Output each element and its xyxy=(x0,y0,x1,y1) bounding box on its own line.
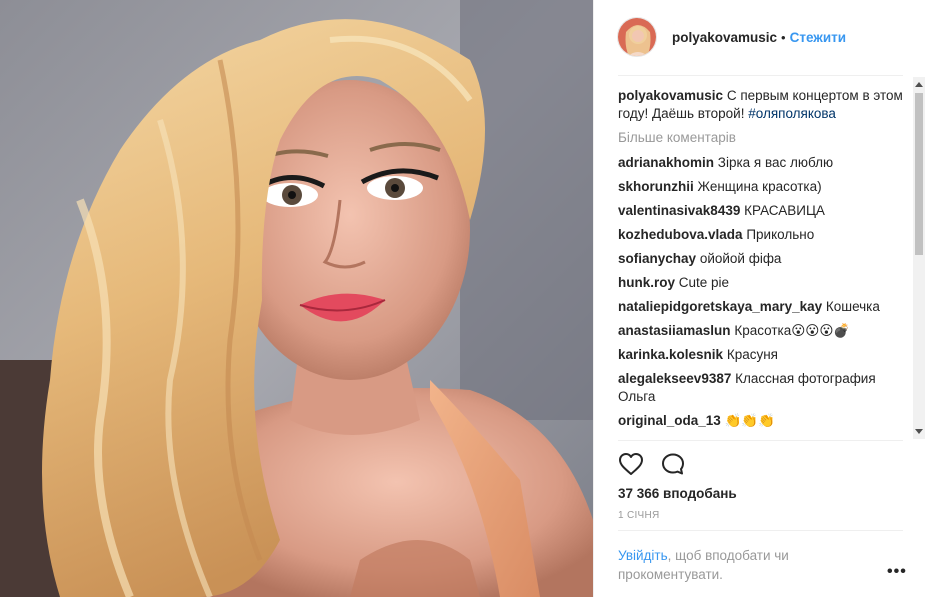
footer-divider xyxy=(618,530,903,531)
comment-username-link[interactable]: karinka.kolesnik xyxy=(618,347,723,362)
post-header: polyakovamusic • Стежити xyxy=(594,0,925,74)
comment-item: original_oda_13 👏👏👏 xyxy=(618,412,908,430)
comment-item: anastasiiamaslun Красотка😮😮😮💣 xyxy=(618,322,908,340)
login-link[interactable]: Увійдіть xyxy=(618,548,668,563)
comment-item: valentinasivak8439 КРАСАВИЦА xyxy=(618,202,908,220)
comment-username-link[interactable]: nataliepidgoretskaya_mary_kay xyxy=(618,299,822,314)
comment-username-link[interactable]: sofianychay xyxy=(618,251,696,266)
comment-text: 👏👏👏 xyxy=(724,413,775,428)
more-options-icon[interactable]: ••• xyxy=(887,563,907,581)
post-date[interactable]: 1 СІЧНЯ xyxy=(618,510,660,521)
comment-username-link[interactable]: kozhedubova.vlada xyxy=(618,227,743,242)
load-more-comments-button[interactable]: Більше коментарів xyxy=(618,129,908,147)
scroll-down-arrow-icon[interactable] xyxy=(915,429,923,434)
caption-hashtag-link[interactable]: #оляполякова xyxy=(748,106,836,121)
comment-item: alegalekseev9387 Классная фотография Оль… xyxy=(618,370,908,406)
header-divider xyxy=(618,75,903,76)
comment-text: ойойой фіфа xyxy=(699,251,782,266)
comment-username-link[interactable]: original_oda_13 xyxy=(618,413,721,428)
comment-text: Cute pie xyxy=(678,275,730,290)
header-separator: • xyxy=(781,29,786,45)
comment-text: Красуня xyxy=(726,347,778,362)
scroll-up-arrow-icon[interactable] xyxy=(915,82,923,87)
comment-text: Женщина красотка) xyxy=(697,179,822,194)
comment-item: karinka.kolesnik Красуня xyxy=(618,346,908,364)
comment-text: Кошечка xyxy=(825,299,880,314)
action-bar xyxy=(618,452,686,478)
likes-count[interactable]: 37 366 вподобань xyxy=(618,486,737,501)
comment-username-link[interactable]: anastasiiamaslun xyxy=(618,323,731,338)
post-details-panel: polyakovamusic • Стежити polyakovamusic … xyxy=(593,0,925,597)
scrollbar-thumb[interactable] xyxy=(915,93,923,255)
login-prompt: Увійдіть, щоб вподобати чи прокоментуват… xyxy=(618,546,848,584)
comment-item: nataliepidgoretskaya_mary_kay Кошечка xyxy=(618,298,908,316)
comment-username-link[interactable]: alegalekseev9387 xyxy=(618,371,731,386)
comment-username-link[interactable]: skhorunzhii xyxy=(618,179,694,194)
comment-item: sofianychay ойойой фіфа xyxy=(618,250,908,268)
comment-text: КРАСАВИЦА xyxy=(744,203,825,218)
comment-item: kozhedubova.vlada Прикольно xyxy=(618,226,908,244)
speech-bubble-icon[interactable] xyxy=(660,452,686,478)
comment-text: Прикольно xyxy=(746,227,815,242)
comment-text: Красотка😮😮😮💣 xyxy=(734,323,851,338)
avatar-image xyxy=(618,18,656,56)
photo-image xyxy=(0,0,593,597)
comment-username-link[interactable]: valentinasivak8439 xyxy=(618,203,740,218)
caption-username-link[interactable]: polyakovamusic xyxy=(618,88,723,103)
comment-username-link[interactable]: hunk.roy xyxy=(618,275,675,290)
post-photo[interactable] xyxy=(0,0,593,597)
comment-username-link[interactable]: adrianakhomin xyxy=(618,155,714,170)
avatar[interactable] xyxy=(617,17,657,57)
comments-divider xyxy=(618,440,903,441)
heart-outline-icon[interactable] xyxy=(618,452,644,478)
follow-button[interactable]: Стежити xyxy=(790,30,846,45)
comments-scrollbar[interactable] xyxy=(913,77,925,439)
caption: polyakovamusic С первым концертом в этом… xyxy=(618,87,908,123)
comment-text: Зірка я вас люблю xyxy=(717,155,834,170)
comment-item: skhorunzhii Женщина красотка) xyxy=(618,178,908,196)
comment-item: adrianakhomin Зірка я вас люблю xyxy=(618,154,908,172)
comments-list: polyakovamusic С первым концертом в этом… xyxy=(618,87,908,439)
header-username-link[interactable]: polyakovamusic xyxy=(672,30,777,45)
comment-item: hunk.roy Cute pie xyxy=(618,274,908,292)
